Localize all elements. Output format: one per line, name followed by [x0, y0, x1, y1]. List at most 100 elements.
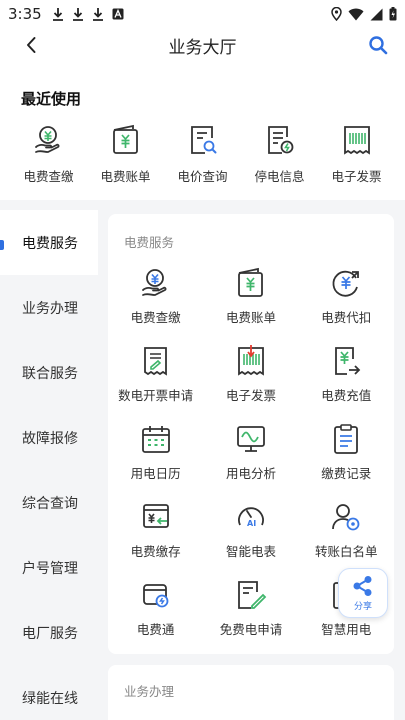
service-item-usage-calendar[interactable]: 用电日历 — [108, 422, 203, 500]
invoice-pen-icon — [139, 344, 173, 378]
share-icon — [353, 575, 372, 596]
download-icon — [52, 8, 63, 21]
recent-item-label: 电费查缴 — [23, 169, 74, 184]
service-item-bill[interactable]: 电费账单 — [203, 266, 298, 344]
service-item-label: 电费缴存 — [130, 544, 181, 559]
sidebar-item-label: 户号管理 — [22, 560, 78, 577]
card-yuan-icon — [139, 500, 173, 534]
service-card-business: 业务办理 — [108, 665, 394, 720]
section-divider — [0, 200, 405, 210]
service-item-fee-pass[interactable]: 电费通 — [108, 578, 203, 656]
receipt-barcode-icon — [234, 344, 268, 378]
receipt-barcode-icon — [339, 122, 375, 158]
monitor-wave-icon — [234, 422, 268, 456]
service-item-payment-records[interactable]: 缴费记录 — [299, 422, 394, 500]
service-item-auto-debit[interactable]: 电费代扣 — [299, 266, 394, 344]
sidebar-item-label: 业务办理 — [22, 300, 78, 317]
user-gear-icon — [329, 500, 363, 534]
category-sidebar: 电费服务 业务办理 联合服务 故障报修 综合查询 户号管理 电厂服务 绿能在线 — [0, 210, 98, 720]
service-item-recharge[interactable]: 电费充值 — [299, 344, 394, 422]
service-item-label: 用电分析 — [225, 466, 276, 481]
service-item-label: 电费查缴 — [130, 310, 181, 325]
recent-item-label: 电子发票 — [331, 169, 382, 184]
sidebar-item-fault-report[interactable]: 故障报修 — [0, 405, 98, 470]
download-icon — [92, 8, 103, 21]
service-item-label: 电费代扣 — [321, 310, 372, 325]
status-bar: 3:35 — [0, 0, 405, 28]
wallet-yuan-icon — [234, 266, 268, 300]
share-button[interactable]: 分享 — [338, 568, 388, 618]
sidebar-item-label: 电费服务 — [22, 235, 78, 252]
service-item-digital-invoice[interactable]: 数电开票申请 — [108, 344, 203, 422]
signal-icon — [370, 8, 383, 20]
recent-item-label: 停电信息 — [254, 169, 305, 184]
hand-yuan-icon — [139, 266, 173, 300]
service-item-label: 免费电申请 — [219, 622, 283, 637]
section-title: 业务办理 — [124, 684, 175, 699]
sidebar-item-power-plant[interactable]: 电厂服务 — [0, 600, 98, 665]
chevron-left-icon — [27, 37, 36, 53]
svg-text:AI: AI — [247, 519, 256, 528]
sidebar-item-account-mgmt[interactable]: 户号管理 — [0, 535, 98, 600]
section-title: 电费服务 — [124, 235, 175, 250]
recent-item-e-invoice[interactable]: 电子发票 — [318, 122, 395, 192]
sidebar-item-label: 电厂服务 — [22, 625, 78, 642]
service-item-e-invoice[interactable]: 电子发票 — [203, 344, 298, 422]
sidebar-item-label: 故障报修 — [22, 430, 78, 447]
sidebar-item-green-energy[interactable]: 绿能在线 — [0, 665, 98, 720]
calendar-icon — [139, 422, 173, 456]
nav-bar: 业务大厅 — [0, 28, 405, 62]
share-label: 分享 — [353, 601, 372, 612]
wallet-yuan-icon — [108, 122, 144, 158]
back-button[interactable] — [18, 32, 44, 58]
app-notification-icon — [112, 8, 124, 20]
sidebar-item-label: 绿能在线 — [22, 690, 78, 707]
service-item-label: 转账白名单 — [314, 544, 378, 559]
service-item-label: 电费通 — [136, 622, 175, 637]
sidebar-item-general-query[interactable]: 综合查询 — [0, 470, 98, 535]
gauge-ai-icon: AI — [234, 500, 268, 534]
service-item-label: 电费充值 — [321, 388, 372, 403]
hand-yuan-icon — [31, 122, 67, 158]
battery-icon — [389, 7, 397, 21]
clipboard-list-icon — [329, 422, 363, 456]
card-badge-icon — [139, 578, 173, 612]
sidebar-item-electric-fee[interactable]: 电费服务 — [0, 210, 98, 275]
service-item-free-power-apply[interactable]: 免费电申请 — [203, 578, 298, 656]
service-item-label: 数电开票申请 — [118, 388, 194, 403]
doc-bolt-icon — [262, 122, 298, 158]
location-icon — [331, 7, 342, 21]
sidebar-item-label: 联合服务 — [22, 365, 78, 382]
service-item-label: 电子发票 — [225, 388, 276, 403]
service-item-usage-analysis[interactable]: 用电分析 — [203, 422, 298, 500]
service-item-label: 电费账单 — [225, 310, 276, 325]
service-item-label: 用电日历 — [130, 466, 181, 481]
service-item-label: 智能电表 — [225, 544, 276, 559]
recent-section-title: 最近使用 — [21, 90, 82, 108]
recent-row: 电费查缴 电费账单 电价查询 停电信息 电子发票 — [0, 122, 405, 192]
recent-item-price-query[interactable]: 电价查询 — [164, 122, 241, 192]
service-item-fee-deposit[interactable]: 电费缴存 — [108, 500, 203, 578]
service-item-label: 智慧用电 — [321, 622, 372, 637]
service-item-smart-meter[interactable]: AI 智能电表 — [203, 500, 298, 578]
phone-yuan-icon — [329, 344, 363, 378]
sidebar-item-business[interactable]: 业务办理 — [0, 275, 98, 340]
service-item-transfer-whitelist[interactable]: 转账白名单 — [299, 500, 394, 578]
recent-item-bill[interactable]: 电费账单 — [87, 122, 164, 192]
service-item-label: 缴费记录 — [321, 466, 372, 481]
download-icon — [72, 8, 83, 21]
recent-item-label: 电费账单 — [100, 169, 151, 184]
recent-item-outage-info[interactable]: 停电信息 — [241, 122, 318, 192]
doc-edit-icon — [234, 578, 268, 612]
sidebar-item-label: 综合查询 — [22, 495, 78, 512]
doc-search-icon — [185, 122, 221, 158]
recent-item-bill-pay[interactable]: 电费查缴 — [10, 122, 87, 192]
page-title: 业务大厅 — [168, 37, 237, 58]
search-icon — [369, 36, 388, 55]
wifi-icon — [348, 8, 364, 20]
status-time: 3:35 — [8, 5, 42, 23]
recent-item-label: 电价查询 — [177, 169, 228, 184]
service-item-bill-pay[interactable]: 电费查缴 — [108, 266, 203, 344]
search-button[interactable] — [365, 32, 391, 58]
sidebar-item-joint-service[interactable]: 联合服务 — [0, 340, 98, 405]
